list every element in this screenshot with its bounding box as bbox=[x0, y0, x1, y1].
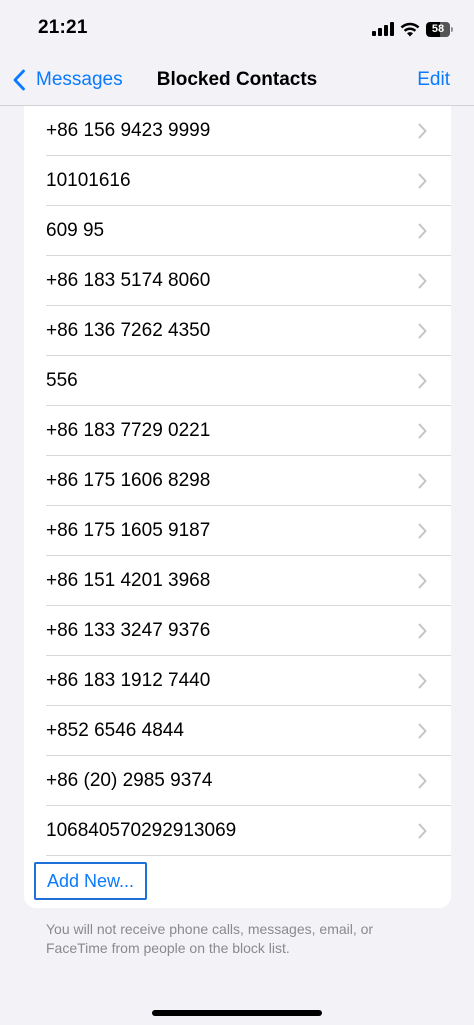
blocked-contact-row[interactable]: +86 175 1606 8298 bbox=[24, 456, 451, 506]
blocked-contact-label: 609 95 bbox=[46, 220, 105, 241]
battery-level: 58 bbox=[431, 23, 445, 35]
blocked-contacts-rows: +86 156 9423 9999 10101616 609 95 +86 183 5… bbox=[24, 106, 451, 856]
chevron-right-icon bbox=[418, 773, 427, 789]
blocked-contact-row[interactable]: +86 156 9423 9999 bbox=[24, 106, 451, 156]
home-indicator[interactable] bbox=[152, 1010, 322, 1016]
chevron-right-icon bbox=[418, 723, 427, 739]
blocked-contacts-list: +86 156 9423 9999 10101616 609 95 +86 183 5… bbox=[24, 106, 451, 908]
blocked-contact-row[interactable]: +86 136 7262 4350 bbox=[24, 306, 451, 356]
page-title: Blocked Contacts bbox=[156, 69, 318, 90]
blocked-contact-label: +86 183 1912 7440 bbox=[46, 670, 211, 691]
chevron-right-icon bbox=[418, 173, 427, 189]
blocked-contact-label: +86 175 1606 8298 bbox=[46, 470, 211, 491]
edit-button[interactable]: Edit bbox=[417, 69, 450, 91]
chevron-right-icon bbox=[418, 623, 427, 639]
chevron-right-icon bbox=[418, 573, 427, 589]
chevron-right-icon bbox=[418, 373, 427, 389]
battery-body: 58 bbox=[426, 21, 450, 37]
blocked-contact-row[interactable]: +86 (20) 2985 9374 bbox=[24, 756, 451, 806]
chevron-right-icon bbox=[418, 523, 427, 539]
blocked-contact-row[interactable]: +86 183 5174 8060 bbox=[24, 256, 451, 306]
status-time: 21:21 bbox=[38, 17, 88, 38]
wifi-icon bbox=[400, 22, 420, 36]
blocked-contact-label: +852 6546 4844 bbox=[46, 720, 184, 741]
blocked-contact-row[interactable]: +852 6546 4844 bbox=[24, 706, 451, 756]
blocked-contact-label: +86 156 9423 9999 bbox=[46, 120, 211, 141]
chevron-right-icon bbox=[418, 223, 427, 239]
add-new-row: Add New... bbox=[24, 856, 451, 908]
blocked-contact-label: 556 bbox=[46, 370, 78, 391]
blocked-contact-row[interactable]: 10101616 bbox=[24, 156, 451, 206]
block-list-footer-note: You will not receive phone calls, messag… bbox=[46, 921, 374, 956]
chevron-right-icon bbox=[418, 673, 427, 689]
chevron-right-icon bbox=[418, 323, 427, 339]
chevron-right-icon bbox=[418, 823, 427, 839]
blocked-contact-row[interactable]: +86 151 4201 3968 bbox=[24, 556, 451, 606]
navigation-bar: Messages Blocked Contacts Edit bbox=[0, 56, 474, 106]
chevron-right-icon bbox=[418, 273, 427, 289]
blocked-contact-row[interactable]: +86 133 3247 9376 bbox=[24, 606, 451, 656]
blocked-contact-label: 10101616 bbox=[46, 170, 131, 191]
chevron-right-icon bbox=[418, 123, 427, 139]
blocked-contact-row[interactable]: +86 175 1605 9187 bbox=[24, 506, 451, 556]
cellular-signal-icon bbox=[372, 22, 394, 36]
status-icons: 58 bbox=[372, 18, 454, 40]
blocked-contact-label: +86 (20) 2985 9374 bbox=[46, 770, 213, 791]
blocked-contact-label: +86 175 1605 9187 bbox=[46, 520, 211, 541]
blocked-contact-label: 106840570292913069 bbox=[46, 820, 237, 841]
battery-tip bbox=[451, 26, 453, 32]
blocked-contact-row[interactable]: 106840570292913069 bbox=[24, 806, 451, 856]
blocked-contact-label: +86 133 3247 9376 bbox=[46, 620, 211, 641]
blocked-contact-row[interactable]: 556 bbox=[24, 356, 451, 406]
blocked-contact-label: +86 183 7729 0221 bbox=[46, 420, 211, 441]
blocked-contact-label: +86 183 5174 8060 bbox=[46, 270, 211, 291]
battery-icon: 58 bbox=[426, 21, 454, 37]
blocked-contact-row[interactable]: 609 95 bbox=[24, 206, 451, 256]
blocked-contact-row[interactable]: +86 183 1912 7440 bbox=[24, 656, 451, 706]
blocked-contact-label: +86 136 7262 4350 bbox=[46, 320, 211, 341]
blocked-contact-label: +86 151 4201 3968 bbox=[46, 570, 211, 591]
status-bar: 21:21 58 bbox=[0, 0, 474, 56]
add-new-button[interactable]: Add New... bbox=[34, 862, 148, 900]
chevron-right-icon bbox=[418, 473, 427, 489]
blocked-contact-row[interactable]: +86 183 7729 0221 bbox=[24, 406, 451, 456]
chevron-right-icon bbox=[418, 423, 427, 439]
